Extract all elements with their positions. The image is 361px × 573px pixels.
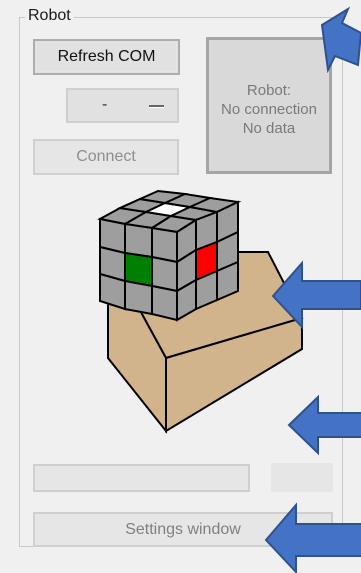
status-line-robot: Robot: — [246, 82, 292, 99]
connect-button[interactable]: Connect — [33, 139, 179, 175]
rubiks-cube-robot-illustration — [97, 190, 304, 434]
robot-status-display: Robot: No connection No data — [206, 37, 332, 174]
refresh-com-button[interactable]: Refresh COM — [33, 39, 180, 75]
robot-groupbox-title: Robot — [25, 7, 74, 25]
chevron-down-icon — [149, 105, 164, 108]
settings-window-button[interactable]: Settings window — [33, 512, 333, 547]
status-line-data: No data — [242, 120, 296, 137]
settings-window-button-label: Settings window — [125, 521, 241, 538]
status-line-connection: No connection — [221, 101, 317, 118]
com-port-dropdown[interactable]: - — [66, 88, 179, 123]
cube-left-face — [99, 217, 178, 322]
refresh-com-button-focus-ring — [36, 42, 177, 72]
progress-bar — [33, 464, 250, 492]
com-port-selected-value: - — [102, 96, 108, 113]
progress-status-box — [271, 463, 333, 492]
connect-button-label: Connect — [76, 148, 136, 165]
